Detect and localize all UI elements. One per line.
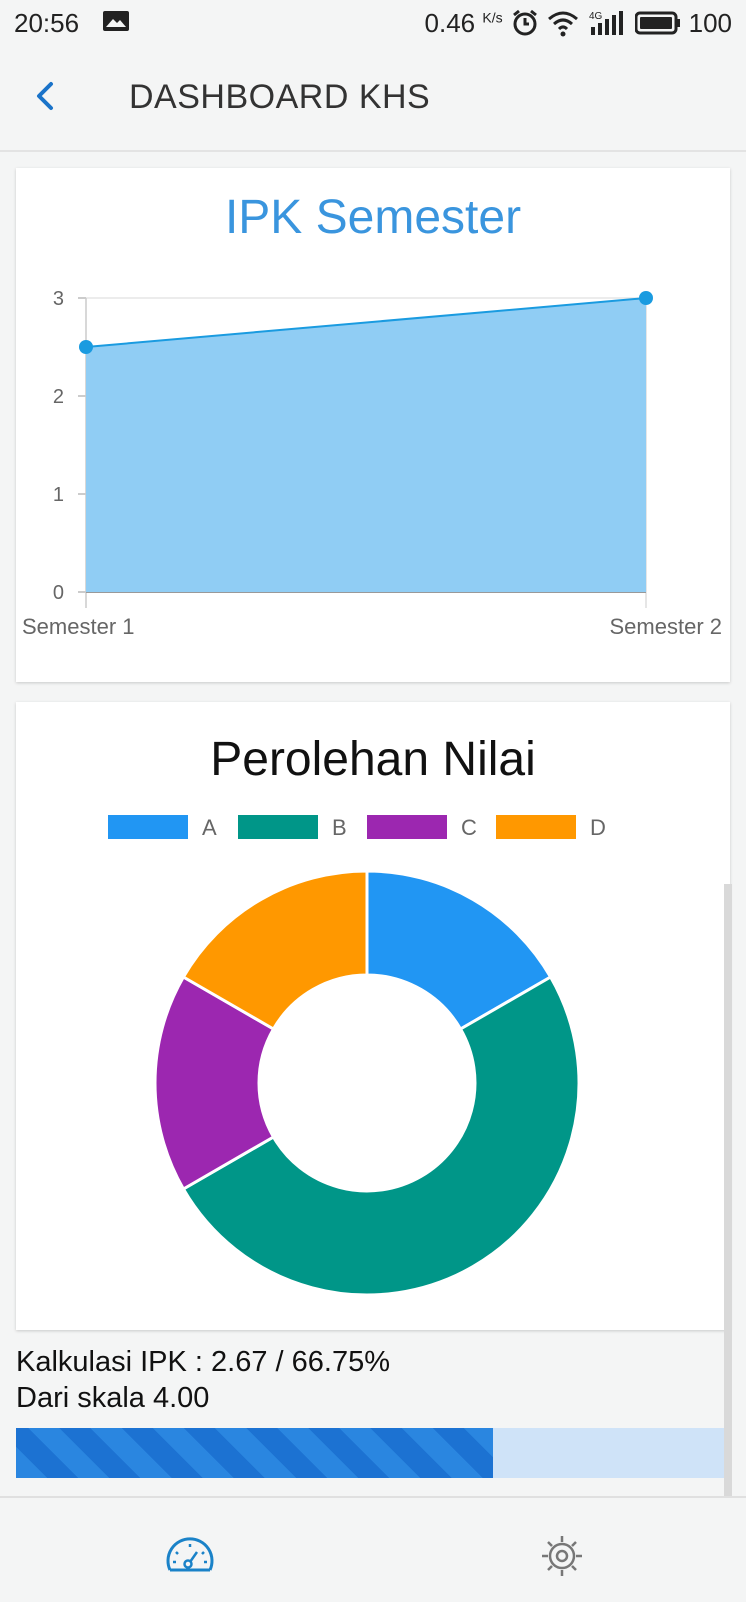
legend-swatch[interactable] [367, 815, 447, 839]
ipk-data-point[interactable] [639, 291, 653, 305]
image-notification-icon [103, 11, 129, 31]
signal-icon: 4G [589, 11, 623, 35]
alarm-icon [512, 9, 537, 36]
status-time: 20:56 [14, 8, 80, 38]
y-tick-label: 3 [53, 288, 64, 310]
gear-icon[interactable] [536, 1530, 588, 1582]
bottom-navigation [0, 1496, 746, 1602]
speedometer-icon[interactable] [164, 1530, 216, 1582]
ipk-area-fill [86, 298, 646, 592]
legend-label[interactable]: D [590, 815, 606, 840]
ipk-progress-bar [16, 1428, 730, 1478]
legend-label[interactable]: B [332, 815, 347, 840]
y-tick-label: 0 [53, 582, 64, 604]
legend-swatch[interactable] [496, 815, 576, 839]
grade-doughnut-chart: A B C D [108, 815, 606, 1297]
scrollbar[interactable] [724, 884, 732, 1600]
status-indicators: 0.46 K/s 4G 100 [425, 8, 732, 38]
legend-label[interactable]: A [202, 815, 217, 840]
perolehan-nilai-card: Perolehan Nilai ABCD [16, 702, 730, 1330]
ipk-line-chart: 0 1 2 3 Semester 1 Semester 2 [22, 288, 723, 639]
y-tick-label: 2 [53, 386, 64, 408]
x-tick-label: Semester 2 [610, 614, 723, 639]
chevron-left-icon[interactable] [26, 76, 66, 116]
ipk-calculation-text: Kalkulasi IPK : 2.67 / 66.75% [16, 1346, 390, 1378]
ipk-data-point[interactable] [79, 340, 93, 354]
y-tick-label: 1 [53, 484, 64, 506]
battery-icon [634, 11, 680, 35]
ipk-scale-text: Dari skala 4.00 [16, 1382, 210, 1414]
ipk-semester-card: IPK Semester 0 1 2 3 Semester 1 Semester 2 [16, 168, 730, 682]
x-tick-label: Semester 1 [22, 614, 135, 639]
battery-level: 100 [688, 7, 732, 38]
app-bar: DASHBOARD KHS [0, 46, 746, 152]
svg-text:4G: 4G [589, 11, 603, 22]
page-title: DASHBOARD KHS [129, 78, 431, 116]
legend-swatch[interactable] [238, 815, 318, 839]
ipk-progress-fill [16, 1428, 493, 1478]
status-bar: 20:56 0.46 K/s 4G 100 [0, 0, 746, 46]
network-speed: 0.46 K/s [424, 7, 503, 38]
legend-swatch[interactable] [108, 815, 188, 839]
wifi-icon [547, 11, 578, 37]
legend-label[interactable]: C [461, 815, 477, 840]
